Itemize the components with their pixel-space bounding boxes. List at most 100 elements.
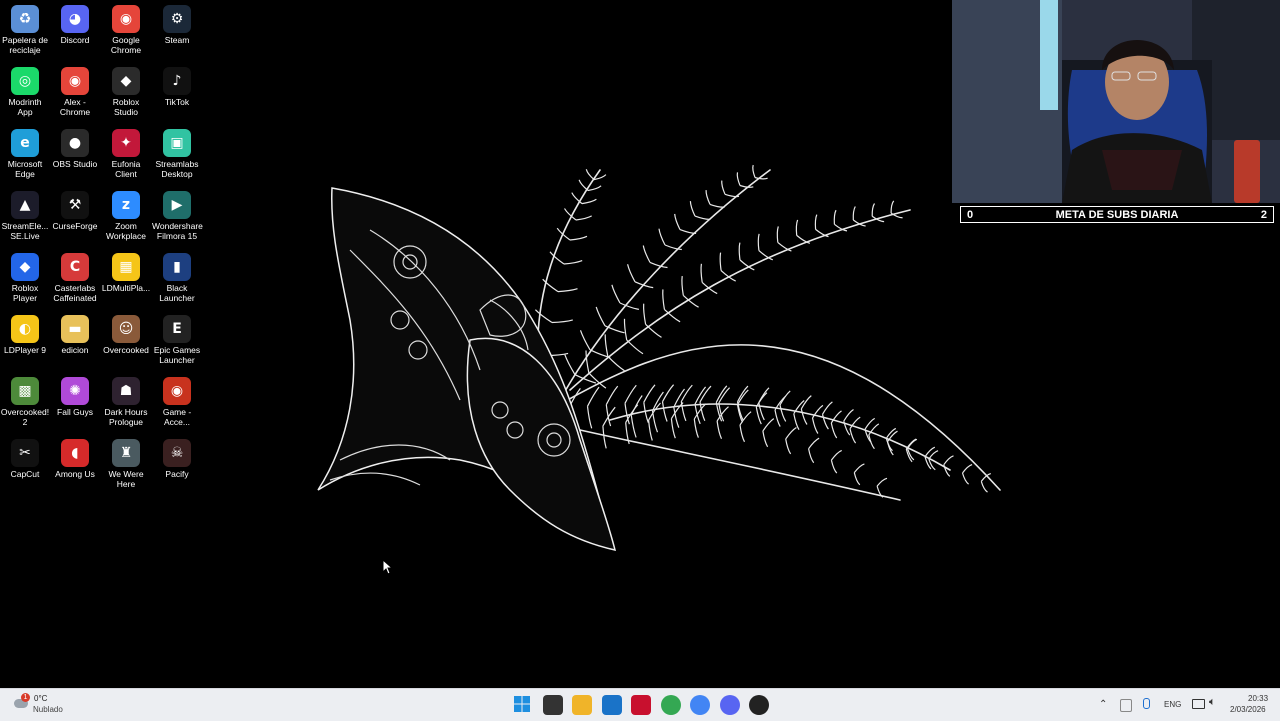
desktop-icon-chrome[interactable]: ◉ Google Chrome xyxy=(101,0,151,60)
desktop-icon-among-us[interactable]: ◖ Among Us xyxy=(50,434,100,494)
desktop-icon-fall-guys[interactable]: ✺ Fall Guys xyxy=(50,372,100,432)
desktop-icon-zoom[interactable]: z Zoom Workplace xyxy=(101,186,151,246)
filmora-icon: ▶ xyxy=(163,191,191,219)
chrome-icon[interactable] xyxy=(660,695,681,715)
fern-leaflet xyxy=(689,201,696,217)
fern-leaflet xyxy=(779,390,791,406)
fern-leaflet xyxy=(928,450,939,460)
desktop-icon-curseforge[interactable]: ⚒ CurseForge xyxy=(50,186,100,246)
desktop-icon-overcooked2[interactable]: ▩ Overcooked! 2 xyxy=(0,372,50,432)
fern-leaflet xyxy=(681,276,684,296)
sub-goal-current: 0 xyxy=(967,208,974,221)
fern-leaflet xyxy=(853,463,865,473)
desktop-icon-pacify[interactable]: ☠ Pacify xyxy=(152,434,202,494)
desktop-icon-label: Discord xyxy=(60,35,90,45)
network-monitor-icon[interactable] xyxy=(1192,699,1205,709)
volume-icon[interactable]: 🔈︎ xyxy=(1209,696,1216,709)
desktop-icon-obs[interactable]: ● OBS Studio xyxy=(50,124,100,184)
folder-icon: ▬ xyxy=(61,315,89,343)
desktop-icon-ldplayer[interactable]: ◐ LDPlayer 9 xyxy=(0,310,50,370)
desktop-icon-dark-hours[interactable]: ☗ Dark Hours Prologue xyxy=(101,372,151,432)
fern-leaflet xyxy=(815,228,829,238)
desktop-icon-roblox-studio[interactable]: ◆ Roblox Studio xyxy=(101,62,151,122)
desktop-icon-casterlabs[interactable]: C Casterlabs Caffeinated xyxy=(50,248,100,308)
steam-icon: ⚙ xyxy=(163,5,191,33)
desktop-icon-label: Game - Acce... xyxy=(162,407,192,427)
roblox-player-icon: ◆ xyxy=(11,253,39,281)
desktop-icon-label: Roblox Studio xyxy=(112,97,140,117)
fern-leaflet xyxy=(843,408,854,422)
fern-leaflet xyxy=(808,437,820,450)
microsoft-store-icon[interactable] xyxy=(601,695,622,715)
fern-leaflet xyxy=(777,241,792,252)
streamelements-icon: ▲ xyxy=(11,191,39,219)
roblox-studio-icon: ◆ xyxy=(112,67,140,95)
desktop-icon-modrinth[interactable]: ◎ Modrinth App xyxy=(0,62,50,122)
fern-leaflet xyxy=(755,392,768,408)
desktop-icon-overcooked[interactable]: ☺ Overcooked xyxy=(101,310,151,370)
fern-leaflet xyxy=(699,385,712,403)
fern-leaflet xyxy=(852,206,856,221)
desktop-icon-streamlabs[interactable]: ▣ Streamlabs Desktop xyxy=(152,124,202,184)
fern-leaflet xyxy=(575,215,592,221)
fern-leaflet xyxy=(961,472,969,485)
desktop-icon-edge[interactable]: e Microsoft Edge xyxy=(0,124,50,184)
desktop-icon-game-access[interactable]: ◉ Game - Acce... xyxy=(152,372,202,432)
task-view-icon[interactable] xyxy=(542,695,563,715)
desktop-icon-ldmultiplayer[interactable]: ▦ LDMultiPla... xyxy=(101,248,151,308)
fern-leaflet xyxy=(700,263,703,283)
fern-leaflet xyxy=(611,284,621,304)
fern-leaflet xyxy=(736,172,741,186)
fern-leaflet xyxy=(830,422,838,439)
desktop-icon-steam[interactable]: ⚙ Steam xyxy=(152,0,202,60)
clock-date[interactable]: 2/03/2026 xyxy=(1230,705,1266,714)
desktop-icon-discord[interactable]: ◕ Discord xyxy=(50,0,100,60)
discord-icon[interactable] xyxy=(719,695,740,715)
language-indicator[interactable]: ENG xyxy=(1164,700,1181,709)
mcafee-icon[interactable] xyxy=(631,695,651,715)
desktop-icon-filmora[interactable]: ▶ Wondershare Filmora 15 xyxy=(152,186,203,246)
fern-leaflet xyxy=(943,464,951,477)
desktop-icon-capcut[interactable]: ✂ CapCut xyxy=(0,434,50,494)
eufonia-icon: ✦ xyxy=(112,129,140,157)
fern-leaflet xyxy=(624,384,637,404)
desktop-icon-chrome-profile[interactable]: ◉ Alex - Chrome xyxy=(50,62,100,122)
streamer-webcam-image xyxy=(952,0,1280,203)
fern-leaflet xyxy=(796,234,811,244)
desktop-icon-tiktok[interactable]: ♪ TikTok xyxy=(152,62,202,122)
fall-guys-icon: ✺ xyxy=(61,377,89,405)
desktop-icon-roblox-player[interactable]: ◆ Roblox Player xyxy=(0,248,50,308)
show-hidden-icons-chevron-icon[interactable]: ⌃ xyxy=(1099,699,1107,710)
fern-leaflet xyxy=(557,288,578,293)
chrome-profile-icon[interactable] xyxy=(690,695,710,715)
microphone-icon[interactable] xyxy=(1143,698,1150,709)
clock-time[interactable]: 20:33 xyxy=(1248,694,1268,703)
desktop-icon-streamelements[interactable]: ▲ StreamEle... SE.Live xyxy=(0,186,50,246)
fern-leaflet xyxy=(962,464,973,474)
weather-widget[interactable]: 1 0°C Nublado xyxy=(14,693,84,717)
obs-icon[interactable] xyxy=(749,695,769,715)
fern-leaflet xyxy=(830,449,842,461)
fern-leaflet xyxy=(581,198,597,205)
desktop-icon-label: Papelera de reciclaje xyxy=(2,35,48,55)
desktop-icon-epic-games[interactable]: E Epic Games Launcher xyxy=(152,310,202,370)
tiktok-icon: ♪ xyxy=(163,67,191,95)
fern-leaflet xyxy=(871,203,876,217)
fern-leaflet xyxy=(643,402,649,423)
fern-leaflet xyxy=(693,418,699,438)
fern-leaflet xyxy=(821,401,833,415)
desktop-icon-eufonia[interactable]: ✦ Eufonia Client xyxy=(101,124,151,184)
file-explorer-icon[interactable] xyxy=(572,695,592,715)
fern-leaflet xyxy=(774,409,781,427)
windows-start-icon[interactable] xyxy=(513,695,533,715)
fern-leaflet xyxy=(943,455,954,466)
fern-leaflet xyxy=(605,404,612,427)
desktop-icon-folder[interactable]: ▬ edicion xyxy=(50,310,100,370)
security-tray-icon[interactable] xyxy=(1120,699,1132,712)
fern-leaflet xyxy=(651,410,659,433)
desktop-icon-label: Eufonia Client xyxy=(111,159,141,179)
desktop-icon-we-were-here[interactable]: ♜ We Were Here xyxy=(101,434,151,494)
desktop-icon-black-launcher[interactable]: ▮ Black Launcher xyxy=(152,248,202,308)
fern-leaflet xyxy=(534,309,553,324)
desktop-icon-recycle-bin[interactable]: ♻ Papelera de reciclaje xyxy=(0,0,50,60)
